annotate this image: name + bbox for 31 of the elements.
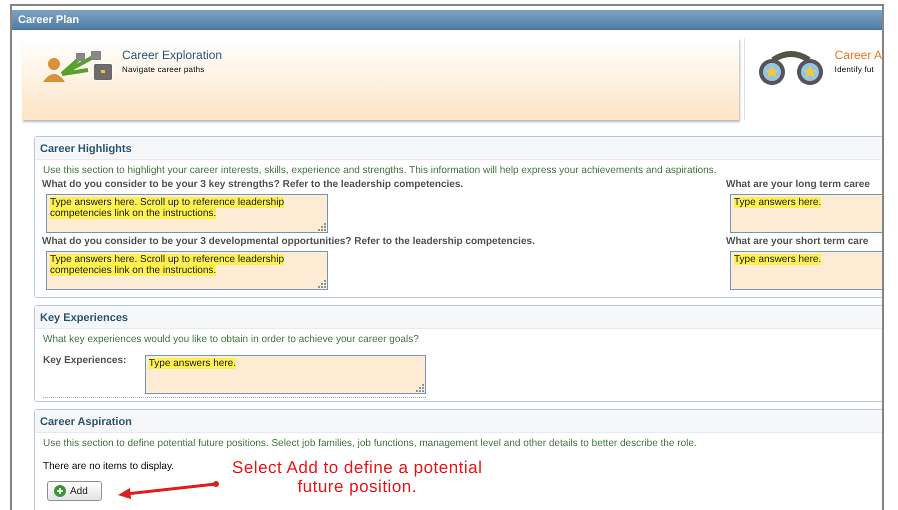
resize-grip-icon[interactable] (416, 384, 424, 392)
answer-field[interactable]: Type answers here. (730, 194, 882, 233)
answer-field[interactable]: Type answers here. (144, 355, 426, 394)
section-description: Use this section to highlight your career interests, skills, experience and strengths. This information will help express your achievements and aspirations. (43, 165, 718, 176)
section-description: What key experiences would you like to obtain in order to achieve your career goals? (43, 334, 420, 345)
field-label: Key Experiences: (43, 355, 128, 366)
page-header: Career Plan (12, 10, 882, 30)
question-label: What are your long term caree (726, 179, 871, 190)
question-label: What do you consider to be your 3 key strengths? Refer to the leadership competencies. (42, 179, 464, 190)
add-button[interactable]: Add (47, 481, 102, 501)
card-subtitle: Navigate career paths (122, 65, 206, 74)
card-subtitle: Identify fut (834, 65, 875, 74)
person-briefcase-icon (40, 48, 114, 84)
section-description: Use this section to define potential future positions. Select job families, job functions, management level and other details to better describe the role. (43, 438, 698, 449)
card-title: Career A (834, 48, 882, 62)
answer-field[interactable]: Type answers here. Scroll up to reference leadership competencies link on the instructions. (46, 251, 328, 290)
annotation-text: Select Add to define a potential future position. (232, 458, 482, 496)
navigation-card[interactable]: Career Exploration Navigate career paths (22, 38, 739, 120)
answer-field[interactable]: Type answers here. (730, 251, 882, 290)
navigation-card[interactable]: Career A Identify fut (744, 38, 882, 120)
section-title: Career Aspiration (40, 416, 132, 428)
empty-message: There are no items to display. (43, 461, 174, 472)
question-label: What do you consider to be your 3 developmental opportunities? Refer to the leadership competencies. (42, 236, 536, 247)
resize-grip-icon[interactable] (318, 223, 326, 231)
plus-icon (54, 485, 66, 497)
answer-field[interactable]: Type answers here. Scroll up to reference leadership competencies link on the instructions. (46, 194, 328, 233)
section-title: Career Highlights (40, 143, 132, 155)
resize-grip-icon[interactable] (318, 280, 326, 288)
card-title: Career Exploration (122, 48, 222, 62)
question-label: What are your short term care (726, 236, 870, 247)
section-title: Key Experiences (40, 312, 128, 324)
